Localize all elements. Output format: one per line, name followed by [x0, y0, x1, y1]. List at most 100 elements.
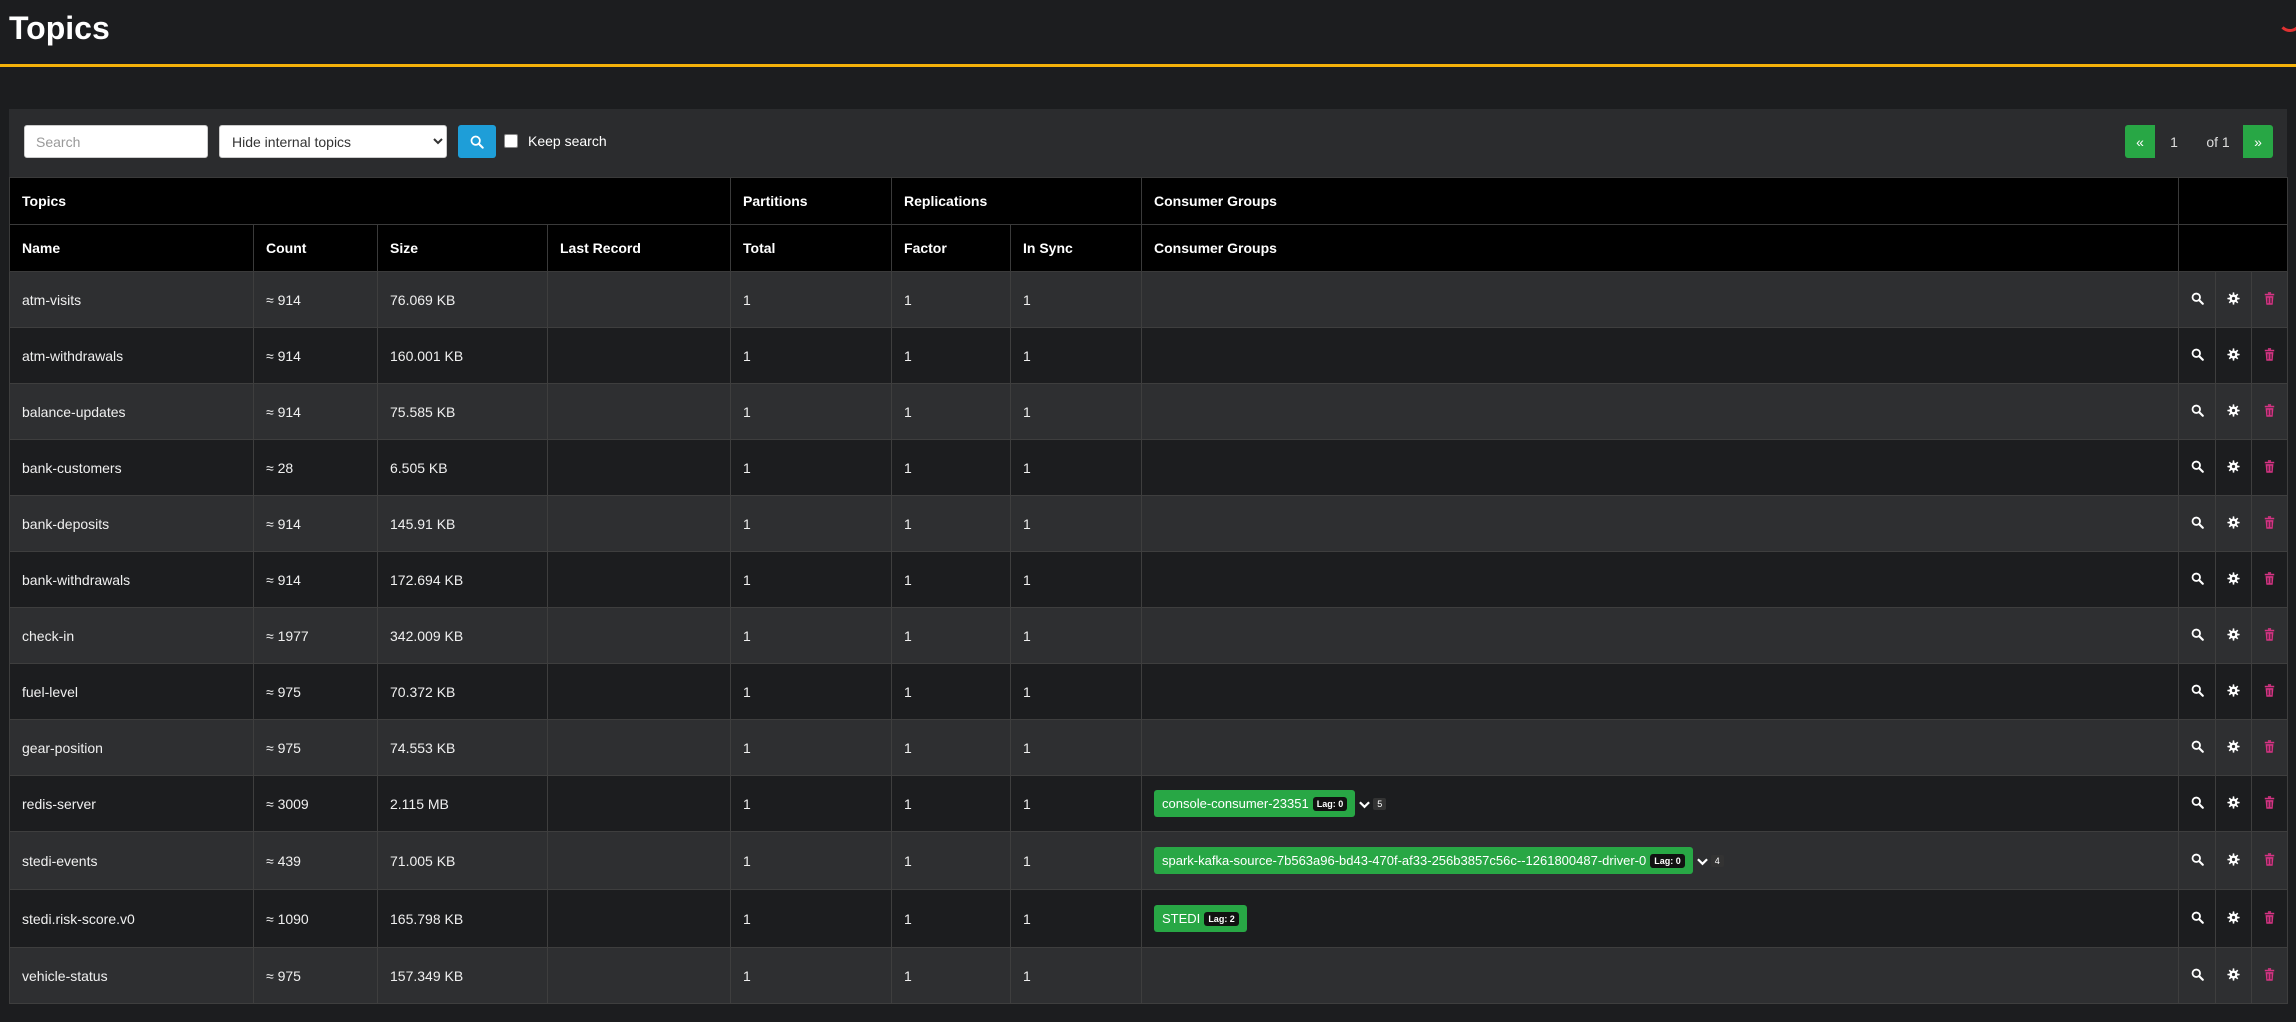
consumer-groups-cell: STEDI Lag: 2: [1141, 889, 2180, 948]
configure-topic-button[interactable]: [2215, 831, 2253, 890]
topic-filter-select[interactable]: Hide internal topics: [219, 125, 447, 158]
configure-topic-button[interactable]: [2215, 327, 2253, 384]
delete-topic-button[interactable]: [2251, 271, 2289, 328]
group-header-topics: Topics: [8, 177, 732, 225]
keep-search-checkbox[interactable]: [504, 134, 518, 148]
table-row[interactable]: balance-updates ≈ 914 75.585 KB 1 1 1: [9, 383, 2289, 440]
more-consumer-groups-toggle[interactable]: 4: [1696, 853, 1724, 869]
delete-topic-button[interactable]: [2251, 775, 2289, 832]
delete-topic-button[interactable]: [2251, 889, 2289, 948]
delete-topic-button[interactable]: [2251, 607, 2289, 664]
current-page[interactable]: 1: [2155, 125, 2193, 158]
delete-topic-button[interactable]: [2251, 495, 2289, 552]
view-topic-button[interactable]: [2178, 495, 2217, 552]
configure-topic-button[interactable]: [2215, 775, 2253, 832]
configure-topic-button[interactable]: [2215, 383, 2253, 440]
view-topic-button[interactable]: [2178, 271, 2217, 328]
table-row[interactable]: fuel-level ≈ 975 70.372 KB 1 1 1: [9, 663, 2289, 720]
more-consumer-groups-toggle[interactable]: 5: [1359, 796, 1387, 812]
prev-page-button[interactable]: «: [2125, 125, 2155, 158]
delete-topic-button[interactable]: [2251, 551, 2289, 608]
search-input[interactable]: [24, 125, 208, 158]
topic-name[interactable]: stedi.risk-score.v0: [9, 889, 254, 948]
delete-topic-button[interactable]: [2251, 383, 2289, 440]
topic-last-record: [546, 383, 732, 440]
gear-icon: [2226, 910, 2242, 926]
view-topic-button[interactable]: [2178, 327, 2217, 384]
view-topic-button[interactable]: [2178, 663, 2217, 720]
topic-name[interactable]: bank-deposits: [9, 495, 254, 552]
table-row[interactable]: bank-withdrawals ≈ 914 172.694 KB 1 1 1: [9, 551, 2289, 608]
table-row[interactable]: atm-visits ≈ 914 76.069 KB 1 1 1: [9, 271, 2289, 328]
next-page-button[interactable]: »: [2243, 125, 2273, 158]
configure-topic-button[interactable]: [2215, 271, 2253, 328]
column-header-in-sync[interactable]: In Sync: [1010, 224, 1143, 272]
replication-in-sync: 1: [1010, 495, 1143, 552]
replication-factor: 1: [891, 383, 1012, 440]
configure-topic-button[interactable]: [2215, 719, 2253, 776]
table-row[interactable]: gear-position ≈ 975 74.553 KB 1 1 1: [9, 719, 2289, 776]
partitions-total: 1: [730, 831, 893, 890]
configure-topic-button[interactable]: [2215, 663, 2253, 720]
topic-name[interactable]: balance-updates: [9, 383, 254, 440]
search-icon: [2189, 627, 2205, 643]
topic-name[interactable]: vehicle-status: [9, 947, 254, 1004]
column-header-factor[interactable]: Factor: [891, 224, 1012, 272]
consumer-group-badge[interactable]: console-consumer-23351 Lag: 0: [1154, 790, 1356, 817]
configure-topic-button[interactable]: [2215, 889, 2253, 948]
view-topic-button[interactable]: [2178, 383, 2217, 440]
view-topic-button[interactable]: [2178, 439, 2217, 496]
topic-name[interactable]: atm-withdrawals: [9, 327, 254, 384]
consumer-group-badge[interactable]: STEDI Lag: 2: [1154, 905, 1247, 932]
column-header-name[interactable]: Name: [9, 224, 254, 272]
table-row[interactable]: stedi.risk-score.v0 ≈ 1090 165.798 KB 1 1 1 ST…: [9, 889, 2289, 948]
replication-factor: 1: [891, 271, 1012, 328]
table-row[interactable]: vehicle-status ≈ 975 157.349 KB 1 1 1: [9, 947, 2289, 1004]
search-icon: [2189, 910, 2205, 926]
view-topic-button[interactable]: [2178, 551, 2217, 608]
configure-topic-button[interactable]: [2215, 947, 2253, 1004]
table-row[interactable]: stedi-events ≈ 439 71.005 KB 1 1 1 spark-kafka…: [9, 831, 2289, 890]
delete-topic-button[interactable]: [2251, 831, 2289, 890]
configure-topic-button[interactable]: [2215, 495, 2253, 552]
delete-topic-button[interactable]: [2251, 663, 2289, 720]
topic-name[interactable]: bank-withdrawals: [9, 551, 254, 608]
topic-name[interactable]: bank-customers: [9, 439, 254, 496]
delete-topic-button[interactable]: [2251, 947, 2289, 1004]
topic-count: ≈ 975: [253, 719, 378, 776]
keep-search-label: Keep search: [528, 133, 607, 149]
table-row[interactable]: redis-server ≈ 3009 2.115 MB 1 1 1 console-con…: [9, 775, 2289, 832]
view-topic-button[interactable]: [2178, 719, 2217, 776]
delete-topic-button[interactable]: [2251, 719, 2289, 776]
topics-table: Topics Partitions Replications Consumer …: [8, 177, 2289, 1004]
topic-name[interactable]: check-in: [9, 607, 254, 664]
configure-topic-button[interactable]: [2215, 551, 2253, 608]
search-button[interactable]: [458, 125, 496, 158]
delete-topic-button[interactable]: [2251, 439, 2289, 496]
topic-name[interactable]: atm-visits: [9, 271, 254, 328]
table-row[interactable]: check-in ≈ 1977 342.009 KB 1 1 1: [9, 607, 2289, 664]
table-row[interactable]: bank-deposits ≈ 914 145.91 KB 1 1 1: [9, 495, 2289, 552]
column-header-total[interactable]: Total: [730, 224, 893, 272]
view-topic-button[interactable]: [2178, 947, 2217, 1004]
topic-name[interactable]: redis-server: [9, 775, 254, 832]
column-header-last-record[interactable]: Last Record: [546, 224, 732, 272]
view-topic-button[interactable]: [2178, 775, 2217, 832]
column-header-size[interactable]: Size: [377, 224, 548, 272]
column-header-count[interactable]: Count: [253, 224, 378, 272]
topic-name[interactable]: stedi-events: [9, 831, 254, 890]
configure-topic-button[interactable]: [2215, 607, 2253, 664]
configure-topic-button[interactable]: [2215, 439, 2253, 496]
consumer-group-badge[interactable]: spark-kafka-source-7b563a96-bd43-470f-af…: [1154, 847, 1693, 874]
column-header-consumer-groups[interactable]: Consumer Groups: [1141, 224, 2180, 272]
table-row[interactable]: atm-withdrawals ≈ 914 160.001 KB 1 1 1: [9, 327, 2289, 384]
keep-search-toggle[interactable]: Keep search: [504, 133, 607, 149]
table-row[interactable]: bank-customers ≈ 28 6.505 KB 1 1 1: [9, 439, 2289, 496]
delete-topic-button[interactable]: [2251, 327, 2289, 384]
topic-count: ≈ 914: [253, 551, 378, 608]
topic-name[interactable]: gear-position: [9, 719, 254, 776]
topic-name[interactable]: fuel-level: [9, 663, 254, 720]
view-topic-button[interactable]: [2178, 607, 2217, 664]
view-topic-button[interactable]: [2178, 831, 2217, 890]
view-topic-button[interactable]: [2178, 889, 2217, 948]
